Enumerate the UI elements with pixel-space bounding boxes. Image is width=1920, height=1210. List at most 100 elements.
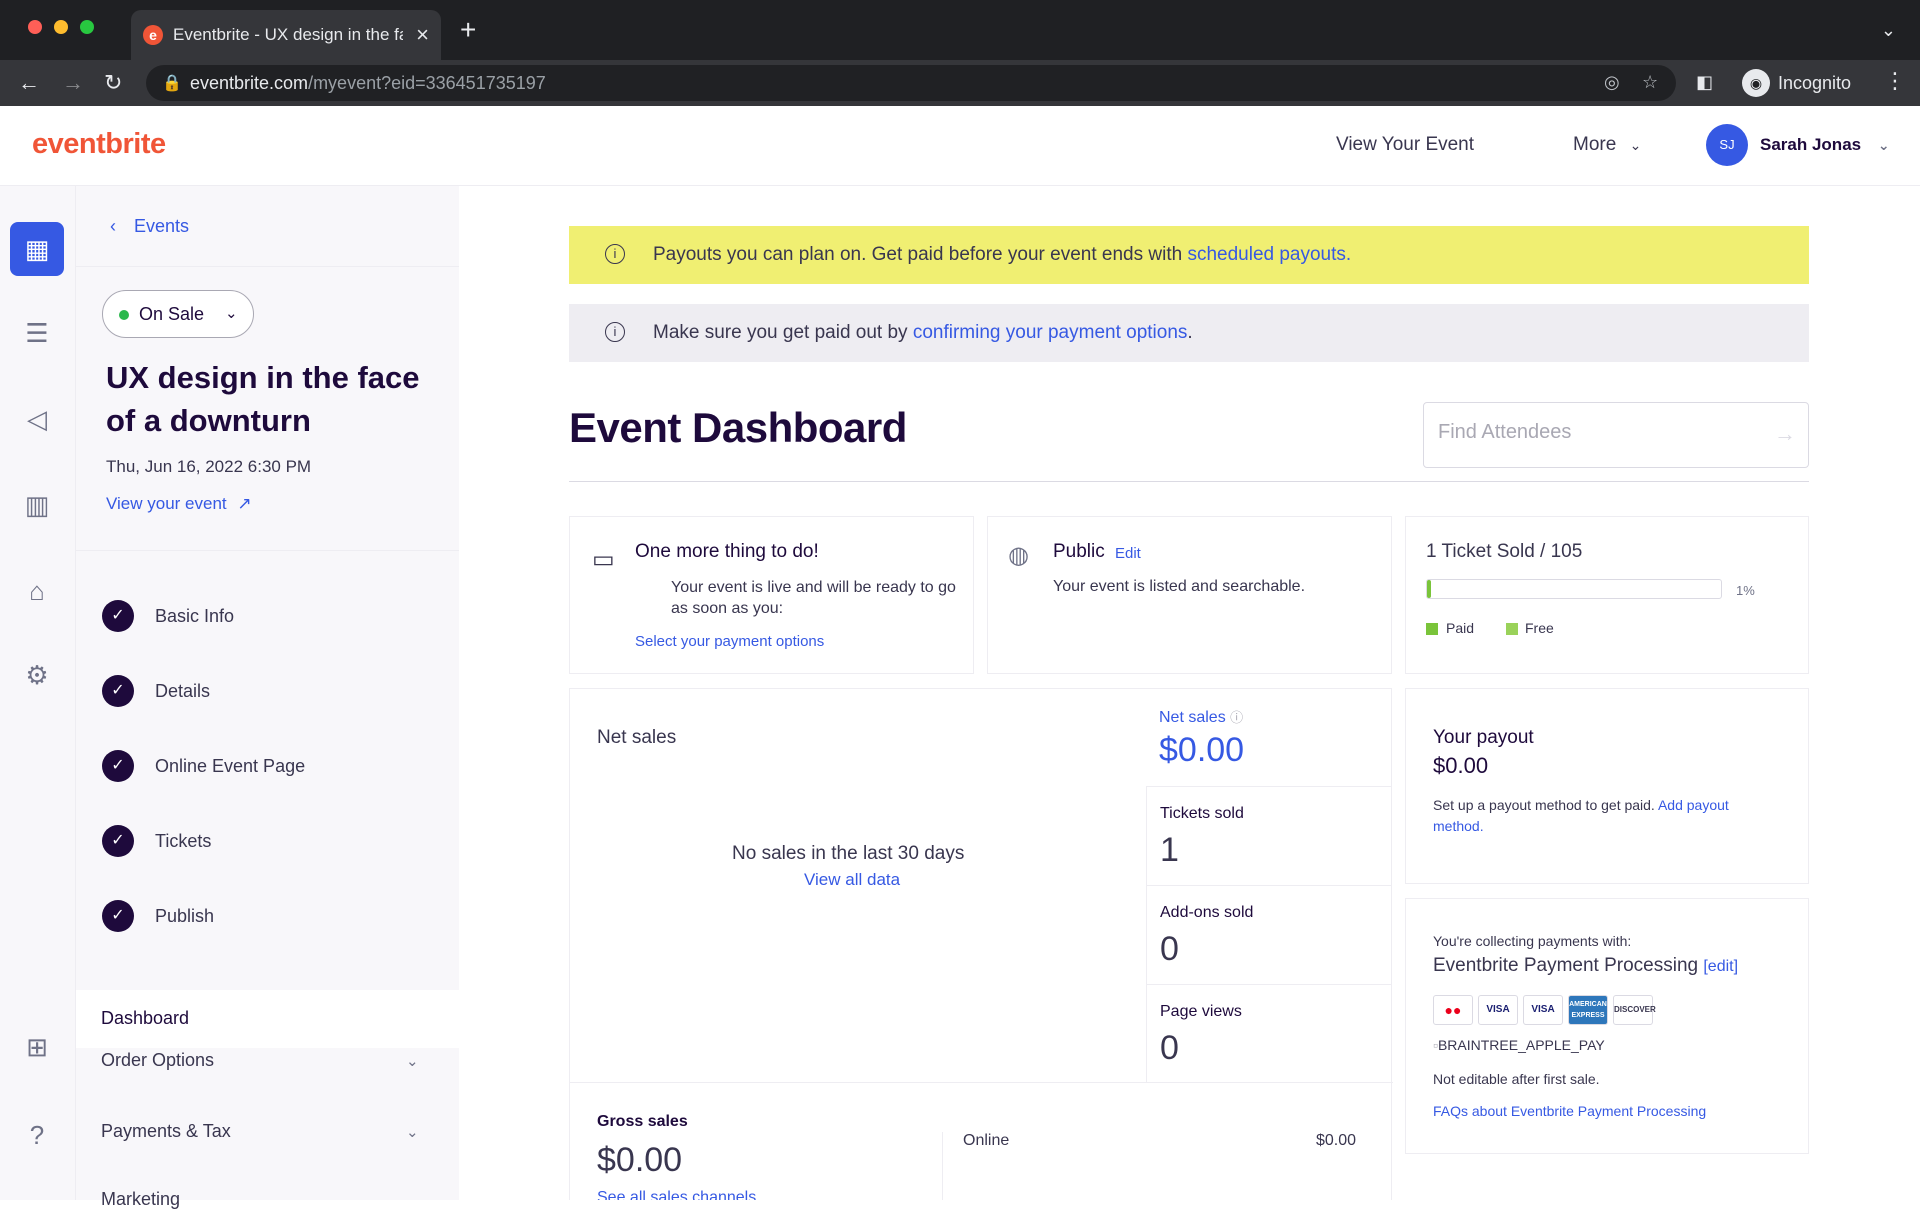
payouts-banner: i Payouts you can plan on. Get paid befo… — [569, 226, 1809, 284]
reload-icon[interactable]: ↻ — [104, 70, 122, 96]
browser-tab-bar: e Eventbrite - UX design in the face of … — [0, 0, 1920, 60]
no-sales-message: No sales in the last 30 days — [732, 843, 965, 864]
bookmark-star-icon[interactable]: ☆ — [1642, 72, 1658, 93]
megaphone-icon[interactable]: ◁ — [10, 392, 64, 446]
page-title: Event Dashboard — [569, 404, 907, 451]
chevron-down-icon[interactable]: ⌄ — [406, 1052, 419, 1070]
back-arrow-icon[interactable]: ← — [18, 70, 40, 96]
tickets-progress-bar — [1426, 579, 1722, 599]
sidebar-item-label: Dashboard — [101, 1008, 190, 1028]
step-details[interactable]: ✓ Details — [102, 674, 422, 708]
view-your-event-link[interactable]: View Your Event — [1336, 134, 1474, 156]
legend-paid-swatch — [1426, 623, 1438, 635]
view-all-data-link[interactable]: View all data — [804, 870, 900, 890]
visibility-card: ◍ Public Edit Your event is listed and s… — [987, 516, 1392, 674]
tickets-sold-title: 1 Ticket Sold / 105 — [1426, 541, 1583, 562]
step-publish[interactable]: ✓ Publish — [102, 899, 422, 933]
forward-arrow-icon[interactable]: → — [62, 70, 84, 96]
todo-title: One more thing to do! — [635, 541, 819, 562]
check-icon: ✓ — [102, 600, 134, 632]
bank-icon[interactable]: ⌂ — [10, 564, 64, 618]
select-payment-options-link[interactable]: Select your payment options — [635, 633, 824, 650]
tab-title: Eventbrite - UX design in the face of a … — [173, 25, 403, 44]
find-attendees-field[interactable]: → — [1423, 402, 1809, 468]
edit-visibility-link[interactable]: Edit — [1115, 545, 1141, 562]
browser-tab-active[interactable]: e Eventbrite - UX design in the face of … — [131, 10, 441, 60]
metric-label: Tickets sold — [1160, 805, 1244, 822]
credit-card-icon: ▭ — [592, 546, 615, 573]
status-dot-icon — [119, 310, 129, 320]
divider — [76, 550, 459, 551]
find-attendees-input[interactable] — [1438, 421, 1758, 444]
window-close-button[interactable] — [28, 20, 42, 34]
browser-toolbar: ← → ↻ 🔒 eventbrite.com/myevent?eid=33645… — [0, 60, 1920, 106]
incognito-label: Incognito — [1778, 73, 1852, 93]
status-dropdown[interactable]: On Sale ⌄ — [102, 290, 254, 338]
sidebar-item-payments-tax[interactable]: Payments & Tax — [101, 1121, 231, 1142]
main-content: i Payouts you can plan on. Get paid befo… — [459, 186, 1920, 1200]
divider — [569, 481, 1809, 482]
sidebar-item-dashboard[interactable]: Dashboard — [76, 990, 459, 1048]
globe-icon: ◍ — [1008, 542, 1029, 569]
check-icon: ✓ — [102, 825, 134, 857]
user-menu-button[interactable]: Sarah Jonas ⌄ — [1760, 135, 1890, 155]
tickets-sold-card: 1 Ticket Sold / 105 1% Paid Free — [1405, 516, 1809, 674]
scheduled-payouts-link[interactable]: scheduled payouts. — [1187, 244, 1351, 265]
processing-faq-link[interactable]: FAQs about Eventbrite Payment Processing — [1433, 1103, 1706, 1119]
icon-rail: ▦ ☰ ◁ ▥ ⌂ ⚙ ⊞ ? — [0, 186, 76, 1200]
chevron-left-icon: ‹ — [110, 216, 116, 236]
view-your-event-link[interactable]: View your event ↗ — [106, 494, 252, 514]
help-icon[interactable]: ? — [10, 1108, 64, 1162]
step-tickets[interactable]: ✓ Tickets — [102, 824, 422, 858]
more-menu-button[interactable]: More ⌄ — [1573, 134, 1641, 156]
metric-value: 0 — [1160, 930, 1179, 968]
sidebar-item-order-options[interactable]: Order Options — [101, 1050, 214, 1071]
chevron-down-icon: ⌄ — [225, 305, 238, 322]
avatar[interactable]: SJ — [1706, 124, 1748, 166]
info-icon: i — [605, 244, 625, 264]
online-sales-value: $0.00 — [1316, 1132, 1357, 1149]
confirm-payment-options-link[interactable]: confirming your payment options — [913, 322, 1188, 343]
arrow-right-icon[interactable]: → — [1774, 421, 1796, 447]
eventbrite-logo[interactable]: eventbrite — [32, 128, 166, 161]
see-all-sales-channels-link[interactable]: See all sales channels — [597, 1189, 756, 1200]
payment-processing-card: You're collecting payments with: Eventbr… — [1405, 898, 1809, 1154]
step-online-event-page[interactable]: ✓ Online Event Page — [102, 749, 422, 783]
incognito-indicator[interactable]: ◉ Incognito — [1736, 66, 1866, 100]
tab-close-icon[interactable]: × — [416, 22, 429, 48]
browser-menu-icon[interactable]: ⋮ — [1884, 68, 1906, 94]
metric-value: 1 — [1160, 831, 1179, 869]
net-sales-card: Net sales No sales in the last 30 days V… — [569, 688, 1393, 1200]
edit-processor-link[interactable]: [edit] — [1703, 958, 1738, 975]
payout-title: Your payout — [1433, 727, 1534, 748]
apps-grid-icon[interactable]: ⊞ — [10, 1020, 64, 1074]
info-icon[interactable]: ⓘ — [1230, 710, 1243, 725]
tickets-sold-metric: Tickets sold 1 — [1146, 786, 1392, 885]
step-basic-info[interactable]: ✓ Basic Info — [102, 599, 422, 633]
window-minimize-button[interactable] — [54, 20, 68, 34]
new-tab-button[interactable]: + — [460, 16, 476, 44]
bar-chart-icon[interactable]: ▥ — [10, 478, 64, 532]
apple-pay-image: ▫BRAINTREE_APPLE_PAY — [1433, 1037, 1605, 1053]
step-label: Tickets — [155, 831, 212, 851]
divider — [570, 1082, 1393, 1083]
url-text[interactable]: eventbrite.com/myevent?eid=336451735197 — [190, 73, 546, 94]
confirm-payment-banner: i Make sure you get paid out by confirmi… — [569, 304, 1809, 362]
gear-icon[interactable]: ⚙ — [10, 648, 64, 702]
event-title: UX design in the face of a downturn — [106, 360, 420, 438]
confirm-banner-text: Make sure you get paid out by confirming… — [653, 322, 1193, 343]
back-to-events-link[interactable]: ‹ Events — [110, 216, 189, 237]
card-badges: ●● VISA VISA AMERICAN EXPRESS DISCOVER — [1433, 995, 1663, 1025]
calendar-icon[interactable]: ▦ — [10, 222, 64, 276]
orders-list-icon[interactable]: ☰ — [10, 306, 64, 360]
lock-icon[interactable]: 🔒 — [162, 73, 182, 93]
net-sales-title: Net sales — [597, 727, 677, 748]
window-maximize-button[interactable] — [80, 20, 94, 34]
page-views-metric: Page views 0 — [1146, 984, 1392, 1083]
chevron-down-icon[interactable]: ⌄ — [406, 1123, 419, 1141]
tracking-eye-off-icon[interactable]: ◎ — [1604, 72, 1620, 93]
side-panel-icon[interactable]: ◧ — [1696, 72, 1713, 93]
tab-search-chevron-icon[interactable]: ⌄ — [1881, 20, 1896, 41]
address-bar[interactable]: 🔒 eventbrite.com/myevent?eid=33645173519… — [146, 65, 1676, 101]
visibility-body: Your event is listed and searchable. — [1053, 578, 1306, 595]
